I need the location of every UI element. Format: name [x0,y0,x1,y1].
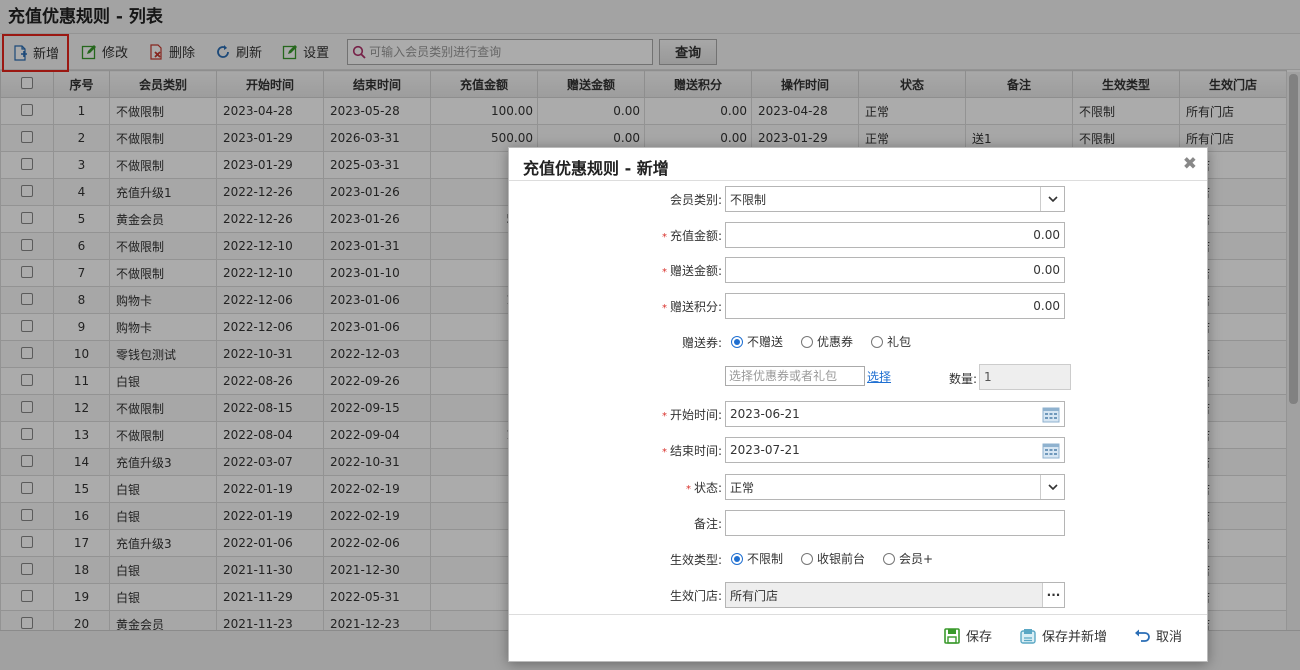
save-new-icon [1019,627,1037,645]
remark-label: 备注: [693,517,722,531]
recharge-row: * 充值金额: 0.00 [509,222,1207,248]
radio-dot-checked[interactable] [731,335,743,348]
close-icon[interactable]: ✖ [1183,154,1197,174]
radio-no-gift[interactable]: 不赠送 [731,333,783,350]
quantity-field[interactable]: 1 [979,364,1071,390]
status-select[interactable]: 正常 [725,474,1065,500]
add-rule-dialog: 充值优惠规则 - 新增 ✖ 会员类别: 不限制 * 充值金额: 0.00 * 赠送金… [508,147,1208,662]
gift-amount-label: 赠送金额: [669,264,722,278]
radio-dot[interactable] [871,335,884,348]
dialog-title: 充值优惠规则 - 新增 [523,159,669,178]
member-type-label: 会员类别: [669,193,722,207]
effect-store-field[interactable]: 所有门店 ··· [725,582,1065,608]
remark-input[interactable] [725,510,1065,536]
save-and-new-label: 保存并新增 [1042,630,1108,645]
gift-points-value: 0.00 [1033,299,1060,313]
save-button[interactable]: 保存 [943,626,992,645]
calendar-icon[interactable] [1038,402,1064,426]
required-mark: * [661,232,667,243]
required-mark: * [685,484,691,495]
radio-coupon[interactable]: 优惠券 [801,333,853,350]
radio-dot[interactable] [801,335,814,348]
status-label: 状态: [693,481,722,495]
effect-type-label: 生效类型: [669,553,722,567]
save-icon [943,627,961,645]
start-time-row: * 开始时间: 2023-06-21 [509,401,1207,427]
dialog-form: 会员类别: 不限制 * 充值金额: 0.00 * 赠送金额: 0.00 * 赠送积分:… [509,182,1207,614]
save-and-new-button[interactable]: 保存并新增 [1019,626,1107,645]
gift-amount-input[interactable]: 0.00 [725,257,1065,283]
radio-gift-pack[interactable]: 礼包 [871,333,911,350]
status-value: 正常 [730,480,755,495]
gift-amount-row: * 赠送金额: 0.00 [509,257,1207,283]
radio-dot[interactable] [801,552,814,565]
radio-cashier[interactable]: 收银前台 [801,550,865,567]
gift-points-row: * 赠送积分: 0.00 [509,293,1207,319]
start-date-input[interactable]: 2023-06-21 [725,401,1065,427]
chevron-down-icon[interactable] [1040,187,1064,211]
end-time-row: * 结束时间: 2023-07-21 [509,437,1207,463]
coupon-select-link[interactable]: 选择 [867,368,891,385]
start-time-label: 开始时间: [669,408,722,422]
undo-icon [1133,627,1151,645]
member-type-row: 会员类别: 不限制 [509,186,1207,212]
effect-type-radio-group: 不限制 收银前台 会员+ [731,550,951,567]
remark-row: 备注: [509,510,1207,536]
effect-store-label: 生效门店: [669,589,722,603]
required-mark: * [661,447,667,458]
member-type-value: 不限制 [730,192,767,207]
quantity-label: 数量: [949,372,978,386]
calendar-icon[interactable] [1038,438,1064,462]
gift-points-label: 赠送积分: [669,300,722,314]
start-date-value: 2023-06-21 [730,407,800,421]
recharge-label: 充值金额: [669,229,722,243]
gift-points-input[interactable]: 0.00 [725,293,1065,319]
end-date-value: 2023-07-21 [730,443,800,457]
cancel-button[interactable]: 取消 [1133,626,1182,645]
recharge-amount-value: 0.00 [1033,228,1060,242]
status-row: * 状态: 正常 [509,474,1207,500]
coupon-select-row: 选择优惠券或者礼包 选择 数量: 1 [509,364,1207,392]
effect-store-value: 所有门店 [730,588,779,603]
radio-dot[interactable] [883,552,896,565]
save-button-label: 保存 [966,630,993,645]
member-type-select[interactable]: 不限制 [725,186,1065,212]
required-mark: * [661,411,667,422]
gift-coupon-radio-group: 不赠送 优惠券 礼包 [731,333,929,350]
radio-member-plus[interactable]: 会员+ [883,550,933,567]
end-date-input[interactable]: 2023-07-21 [725,437,1065,463]
radio-dot-checked[interactable] [731,552,743,565]
coupon-input[interactable]: 选择优惠券或者礼包 [725,366,865,386]
recharge-amount-input[interactable]: 0.00 [725,222,1065,248]
effect-type-row: 生效类型: 不限制 收银前台 会员+ [509,546,1207,572]
end-time-label: 结束时间: [669,444,722,458]
radio-no-limit[interactable]: 不限制 [731,550,783,567]
gift-coupon-label: 赠送券: [681,336,722,350]
chevron-down-icon[interactable] [1040,475,1064,499]
required-mark: * [661,267,667,278]
effect-store-row: 生效门店: 所有门店 ··· [509,582,1207,608]
dialog-header: 充值优惠规则 - 新增 ✖ [509,148,1207,181]
dialog-footer: 保存 保存并新增 取消 [509,614,1207,662]
cancel-button-label: 取消 [1156,630,1183,645]
gift-amount-value: 0.00 [1033,263,1060,277]
gift-coupon-row: 赠送券: 不赠送 优惠券 礼包 [509,329,1207,355]
required-mark: * [661,303,667,314]
more-options-icon[interactable]: ··· [1042,583,1064,607]
